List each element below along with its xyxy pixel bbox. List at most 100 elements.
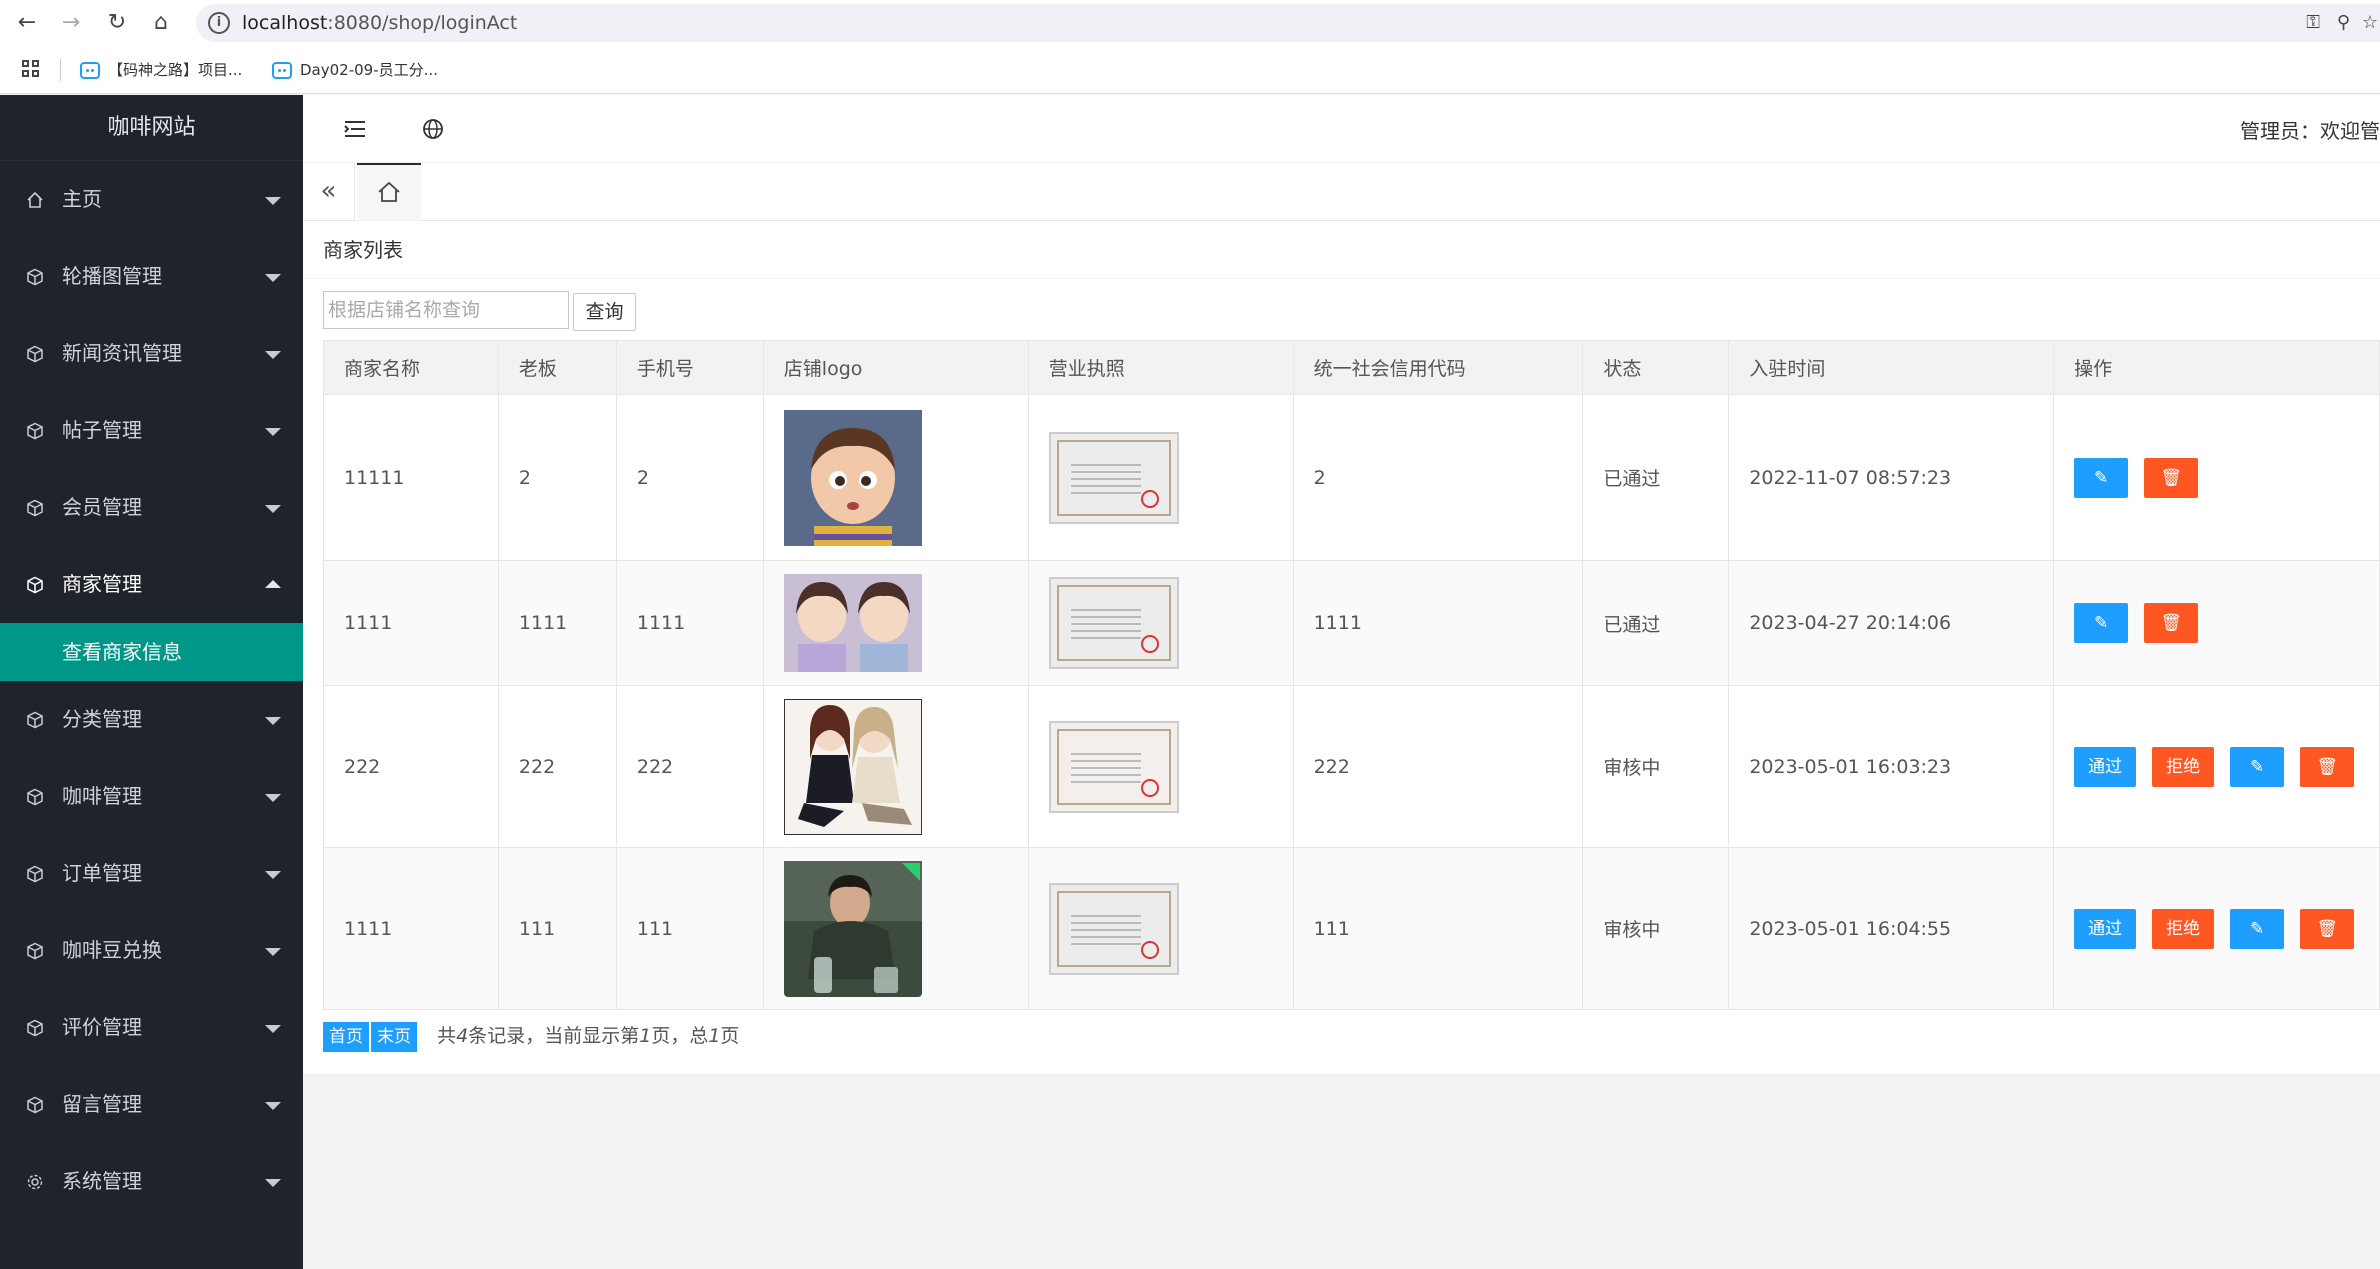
menu-fold-icon[interactable] xyxy=(339,113,371,145)
business-license-image xyxy=(1048,720,1179,813)
home-page-icon[interactable]: ⌂ xyxy=(146,9,176,36)
cube-icon xyxy=(26,268,44,286)
shop-logo-image xyxy=(783,860,922,997)
bookmark-item[interactable]: 【码神之路】项目... xyxy=(80,58,242,82)
sidebar-subitem-view-merchants[interactable]: 查看商家信息 xyxy=(0,623,303,681)
table-row: 222 222 222 222 审核中 2023-05-01 16:03:23 xyxy=(323,685,2380,848)
cell-phone: 222 xyxy=(615,685,764,848)
chevron-down-icon xyxy=(265,717,281,725)
cell-status: 审核中 xyxy=(1582,685,1730,848)
edit-button[interactable]: ✎ xyxy=(2230,908,2285,949)
cell-logo xyxy=(762,394,1029,561)
edit-button[interactable]: ✎ xyxy=(2230,746,2285,787)
sidebar-item-reviews[interactable]: 评价管理 xyxy=(0,989,303,1066)
table-row: 1111 111 111 111 审核中 2023-05-01 16:04:55… xyxy=(323,847,2380,1010)
reject-button[interactable]: 拒绝 xyxy=(2152,746,2215,787)
cell-name: 1111 xyxy=(323,560,499,686)
merchant-table: 商家名称 老板 手机号 店铺logo 营业执照 统一社会信用代码 状态 入驻时间… xyxy=(323,340,2380,1010)
cube-icon xyxy=(26,1096,44,1114)
chevron-down-icon xyxy=(265,274,281,282)
seal-icon xyxy=(1140,635,1159,653)
sidebar-item-orders[interactable]: 订单管理 xyxy=(0,835,303,912)
address-bar[interactable]: i localhost:8080/shop/loginAct ⚿ ⚲ ☆ xyxy=(196,4,2380,42)
cell-phone: 1111 xyxy=(615,560,764,686)
zoom-icon[interactable]: ⚲ xyxy=(2337,12,2350,33)
forward-icon[interactable]: → xyxy=(56,9,86,36)
sidebar-item-messages[interactable]: 留言管理 xyxy=(0,1066,303,1143)
cell-license xyxy=(1027,685,1294,848)
column-header: 手机号 xyxy=(615,340,764,395)
cell-boss: 222 xyxy=(497,685,617,848)
home-icon xyxy=(26,191,44,209)
edit-button[interactable]: ✎ xyxy=(2074,457,2129,498)
sidebar-item-merchants[interactable]: 商家管理 xyxy=(0,546,303,623)
sidebar-item-coffee[interactable]: 咖啡管理 xyxy=(0,758,303,835)
cube-icon xyxy=(26,499,44,517)
cube-icon xyxy=(26,576,44,594)
site-info-icon[interactable]: i xyxy=(208,12,230,34)
cell-time: 2023-05-01 16:04:55 xyxy=(1728,847,2055,1010)
tab-home[interactable] xyxy=(357,163,421,221)
reject-button[interactable]: 拒绝 xyxy=(2152,908,2215,949)
delete-button[interactable]: 🗑 xyxy=(2144,457,2199,498)
cell-credit-code: 222 xyxy=(1292,685,1584,848)
cell-logo xyxy=(762,560,1029,686)
pagination-info: 共4条记录，当前显示第1页，总1页 xyxy=(437,1025,740,1047)
first-page-button[interactable]: 首页 xyxy=(323,1022,369,1052)
search-input[interactable]: 根据店铺名称查询 xyxy=(323,291,569,329)
seal-icon xyxy=(1140,778,1159,797)
submenu-merchants: 查看商家信息 xyxy=(0,623,303,681)
cell-credit-code: 1111 xyxy=(1292,560,1584,686)
main-header: 管理员：欢迎管 xyxy=(303,95,2380,163)
globe-icon[interactable] xyxy=(417,113,449,145)
cell-credit-code: 2 xyxy=(1292,394,1584,561)
bilibili-icon xyxy=(272,62,292,79)
cell-name: 222 xyxy=(323,685,499,848)
last-page-button[interactable]: 末页 xyxy=(371,1022,418,1052)
sidebar-item-categories[interactable]: 分类管理 xyxy=(0,681,303,758)
key-icon[interactable]: ⚿ xyxy=(2306,12,2320,33)
sidebar-item-home[interactable]: 主页 xyxy=(0,161,303,238)
chevron-down-icon xyxy=(265,871,281,879)
sidebar-item-members[interactable]: 会员管理 xyxy=(0,469,303,546)
browser-toolbar: ← → ↻ ⌂ i localhost:8080/shop/loginAct ⚿… xyxy=(0,0,2380,45)
delete-button[interactable]: 🗑 xyxy=(2300,908,2355,949)
site-logo: 咖啡网站 xyxy=(0,95,303,161)
pagination: 首页 末页 共4条记录，当前显示第1页，总1页 xyxy=(323,1021,740,1052)
approve-button[interactable]: 通过 xyxy=(2074,746,2137,787)
sidebar-item-banner[interactable]: 轮播图管理 xyxy=(0,238,303,315)
sidebar-item-posts[interactable]: 帖子管理 xyxy=(0,392,303,469)
gear-icon xyxy=(26,1173,44,1191)
sidebar-item-news[interactable]: 新闻资讯管理 xyxy=(0,315,303,392)
column-header: 商家名称 xyxy=(323,340,499,395)
bookmarks-bar: 【码神之路】项目... Day02-09-员工分... xyxy=(0,45,2380,94)
cell-name: 1111 xyxy=(323,847,499,1010)
search-button[interactable]: 查询 xyxy=(573,293,636,331)
approve-button[interactable]: 通过 xyxy=(2074,908,2137,949)
sidebar-item-label: 分类管理 xyxy=(62,707,142,731)
column-header: 营业执照 xyxy=(1027,340,1294,395)
reload-icon[interactable]: ↻ xyxy=(102,9,132,36)
sidebar-item-bean-exchange[interactable]: 咖啡豆兑换 xyxy=(0,912,303,989)
edit-button[interactable]: ✎ xyxy=(2074,603,2129,643)
double-chevron-left-icon[interactable]: « xyxy=(303,163,355,221)
bookmark-item[interactable]: Day02-09-员工分... xyxy=(272,58,438,82)
cell-phone: 111 xyxy=(615,847,764,1010)
sidebar-item-system[interactable]: 系统管理 xyxy=(0,1143,303,1220)
chevron-down-icon xyxy=(265,197,281,205)
cell-name: 11111 xyxy=(323,394,499,561)
delete-button[interactable]: 🗑 xyxy=(2300,746,2355,787)
star-icon[interactable]: ☆ xyxy=(2362,12,2378,33)
sidebar-item-label: 主页 xyxy=(62,187,102,211)
url-text: localhost:8080/shop/loginAct xyxy=(242,12,518,34)
page-title: 商家列表 xyxy=(303,221,2380,279)
cell-logo xyxy=(762,847,1029,1010)
back-icon[interactable]: ← xyxy=(12,9,42,36)
cube-icon xyxy=(26,865,44,883)
chevron-down-icon xyxy=(265,1025,281,1033)
cell-license xyxy=(1027,560,1294,686)
admin-greeting[interactable]: 管理员：欢迎管 xyxy=(2240,115,2380,144)
cell-status: 已通过 xyxy=(1582,560,1730,686)
delete-button[interactable]: 🗑 xyxy=(2144,603,2199,643)
apps-icon[interactable] xyxy=(22,60,40,78)
